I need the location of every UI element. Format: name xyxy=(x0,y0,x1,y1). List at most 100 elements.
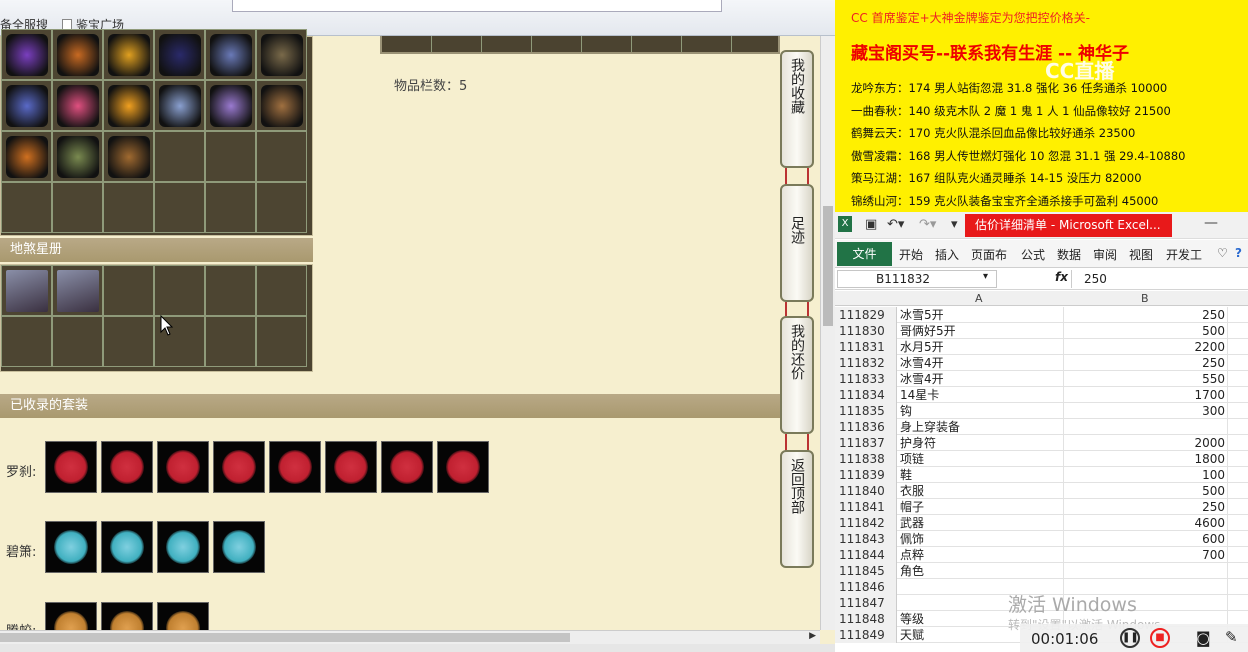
item-icon[interactable] xyxy=(261,34,303,76)
tab-review[interactable]: 审阅 xyxy=(1093,246,1117,263)
pen-icon[interactable]: ✎ xyxy=(1225,628,1238,646)
cell-a[interactable]: 水月5开 xyxy=(898,339,1064,355)
cell-a[interactable]: 哥俩好5开 xyxy=(898,323,1064,339)
row-number[interactable]: 111831 xyxy=(835,339,897,355)
inventory-slot[interactable] xyxy=(103,182,154,233)
tab-data[interactable]: 数据 xyxy=(1057,246,1081,263)
item-icon[interactable] xyxy=(261,85,303,127)
vertical-scrollbar[interactable] xyxy=(820,36,835,630)
character-card-icon[interactable] xyxy=(6,270,48,312)
suit-item-icon[interactable] xyxy=(269,441,321,493)
camera-icon[interactable]: ◙ xyxy=(1196,629,1211,647)
cell-a[interactable]: 冰雪4开 xyxy=(898,355,1064,371)
tab-file[interactable]: 文件 xyxy=(837,242,892,266)
character-card-icon[interactable] xyxy=(57,270,99,312)
pause-icon[interactable]: ❚❚ xyxy=(1120,628,1140,648)
inventory-slot[interactable] xyxy=(256,182,307,233)
suit-item-icon[interactable] xyxy=(437,441,489,493)
customize-icon[interactable]: ▾ xyxy=(951,217,958,232)
inventory-slot[interactable] xyxy=(103,131,154,182)
inventory-slot[interactable] xyxy=(154,182,205,233)
tab-view[interactable]: 视图 xyxy=(1129,246,1153,263)
item-icon[interactable] xyxy=(57,34,99,76)
cell-b[interactable]: 250 xyxy=(1065,307,1228,323)
row-number[interactable]: 111849 xyxy=(835,627,897,643)
row-number[interactable]: 111848 xyxy=(835,611,897,627)
back-to-top-button[interactable]: 返回顶部 xyxy=(780,450,814,568)
suit-item-icon[interactable] xyxy=(157,521,209,573)
suit-item-icon[interactable] xyxy=(325,441,377,493)
horizontal-scrollbar[interactable]: ▶ xyxy=(0,630,820,644)
inventory-slot[interactable] xyxy=(205,182,256,233)
item-icon[interactable] xyxy=(108,136,150,178)
formula-input[interactable]: 250 xyxy=(1071,270,1248,288)
cell-a[interactable]: 14星卡 xyxy=(898,387,1064,403)
row-number[interactable]: 111844 xyxy=(835,547,897,563)
suit-item-icon[interactable] xyxy=(45,441,97,493)
item-icon[interactable] xyxy=(6,136,48,178)
help-icon[interactable]: ? xyxy=(1235,246,1242,260)
row-number[interactable]: 111830 xyxy=(835,323,897,339)
cell-b[interactable]: 250 xyxy=(1065,355,1228,371)
tab-formulas[interactable]: 公式 xyxy=(1021,246,1045,263)
footprint-button[interactable]: 足迹 xyxy=(780,184,814,302)
function-icon[interactable]: fx xyxy=(1055,270,1068,284)
item-icon[interactable] xyxy=(6,34,48,76)
cell-a[interactable]: 身上穿装备 xyxy=(898,419,1064,435)
star-slot[interactable] xyxy=(154,265,205,316)
cell-b[interactable]: 2200 xyxy=(1065,339,1228,355)
inventory-slot[interactable] xyxy=(1,80,52,131)
row-number[interactable]: 111842 xyxy=(835,515,897,531)
tab-home[interactable]: 开始 xyxy=(899,246,923,263)
cell-b[interactable]: 550 xyxy=(1065,371,1228,387)
cell-b[interactable]: 300 xyxy=(1065,403,1228,419)
item-icon[interactable] xyxy=(108,85,150,127)
item-icon[interactable] xyxy=(57,136,99,178)
star-slot[interactable] xyxy=(256,316,307,367)
row-number[interactable]: 111846 xyxy=(835,579,897,595)
cell-a[interactable]: 衣服 xyxy=(898,483,1064,499)
cell-b[interactable]: 2000 xyxy=(1065,435,1228,451)
inventory-slot[interactable] xyxy=(52,182,103,233)
inventory-slot[interactable] xyxy=(154,131,205,182)
inventory-slot[interactable] xyxy=(154,29,205,80)
my-favorites-button[interactable]: 我的收藏 xyxy=(780,50,814,168)
inventory-slot[interactable] xyxy=(1,29,52,80)
cell-b[interactable] xyxy=(1065,419,1228,435)
suit-item-icon[interactable] xyxy=(45,521,97,573)
cell-b[interactable]: 1800 xyxy=(1065,451,1228,467)
redo-icon[interactable]: ↷▾ xyxy=(919,217,936,232)
inventory-slot[interactable] xyxy=(52,29,103,80)
star-slot[interactable] xyxy=(103,316,154,367)
row-number[interactable]: 111839 xyxy=(835,467,897,483)
inventory-slot[interactable] xyxy=(256,29,307,80)
cell-b[interactable]: 1700 xyxy=(1065,387,1228,403)
inventory-slot[interactable] xyxy=(205,131,256,182)
star-slot[interactable] xyxy=(52,265,103,316)
save-icon[interactable]: ▣ xyxy=(865,217,877,232)
cell-a[interactable]: 武器 xyxy=(898,515,1064,531)
row-number[interactable]: 111843 xyxy=(835,531,897,547)
cell-a[interactable]: 帽子 xyxy=(898,499,1064,515)
minimize-icon[interactable]: — xyxy=(1204,215,1218,231)
cell-a[interactable]: 点粹 xyxy=(898,547,1064,563)
star-slot[interactable] xyxy=(256,265,307,316)
inventory-slot[interactable] xyxy=(154,80,205,131)
row-number[interactable]: 111845 xyxy=(835,563,897,579)
inventory-slot[interactable] xyxy=(256,131,307,182)
inventory-slot[interactable] xyxy=(52,80,103,131)
row-number[interactable]: 111837 xyxy=(835,435,897,451)
cell-a[interactable]: 项链 xyxy=(898,451,1064,467)
suit-item-icon[interactable] xyxy=(213,521,265,573)
row-number[interactable]: 111832 xyxy=(835,355,897,371)
scroll-right-icon[interactable]: ▶ xyxy=(809,631,816,641)
cell-a[interactable]: 冰雪5开 xyxy=(898,307,1064,323)
inventory-slot[interactable] xyxy=(1,182,52,233)
star-slot[interactable] xyxy=(205,316,256,367)
row-number[interactable]: 111838 xyxy=(835,451,897,467)
inventory-slot[interactable] xyxy=(205,29,256,80)
cell-a[interactable]: 冰雪4开 xyxy=(898,371,1064,387)
item-icon[interactable] xyxy=(210,85,252,127)
row-number[interactable]: 111841 xyxy=(835,499,897,515)
suit-item-icon[interactable] xyxy=(101,441,153,493)
